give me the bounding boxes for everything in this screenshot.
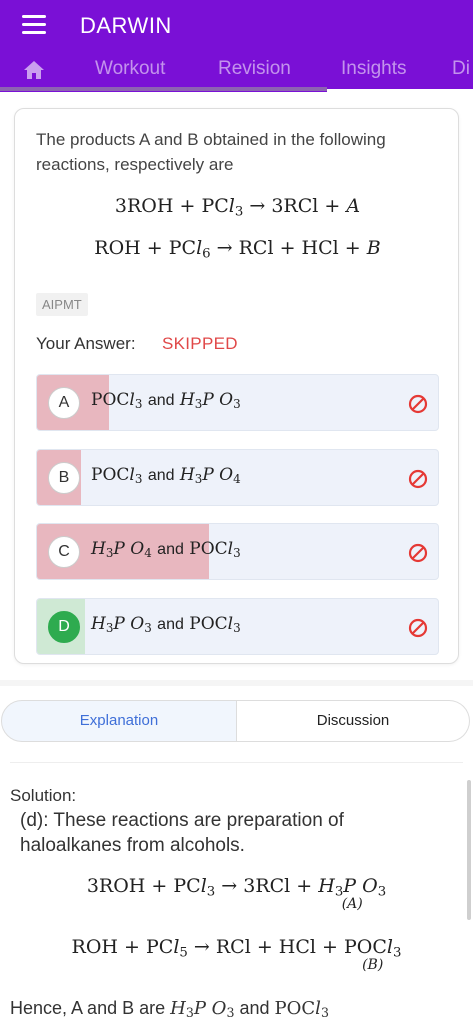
option-a-text: POCl3 and H3P O3 [91,390,241,411]
option-b[interactable]: B POCl3 and H3P O4 [36,449,439,506]
section-divider [0,680,473,686]
app-header: DARWIN Workout Revision Insights Di [0,0,473,92]
exam-tag: AIPMT [36,293,88,316]
tab-discussion[interactable]: Discussion [237,700,470,742]
tab-insights[interactable]: Insights [341,58,406,80]
option-a-and: and [147,392,175,409]
conclusion-text: Hence, A and B are H3P O3 and POCl3 [10,998,329,1021]
option-c-and: and [157,541,184,558]
tab-di[interactable]: Di [452,58,470,80]
option-a[interactable]: A POCl3 and H3P O3 [36,374,439,431]
tab-revision[interactable]: Revision [218,58,291,80]
home-icon[interactable] [24,61,44,79]
your-answer-label: Your Answer: [36,334,136,353]
divider [10,762,463,763]
option-d-letter: D [48,611,80,643]
solution-equation-1: 3ROH + PCl3 → 3RCl + H3P O3 (A) [86,875,387,912]
question-equation-2: ROH + PCl6 → RCl + HCl + B [94,237,381,262]
toolbar: DARWIN [0,0,473,54]
option-b-letter: B [48,462,80,494]
option-b-text: POCl3 and H3P O4 [91,465,241,486]
question-card: The products A and B obtained in the fol… [14,108,459,664]
menu-icon[interactable] [22,15,46,35]
option-c[interactable]: C H3P O4 and POCl3 [36,523,439,580]
scrollbar[interactable] [467,780,471,920]
skipped-icon [408,394,428,414]
option-d[interactable]: D H3P O3 and POCl3 [36,598,439,655]
your-answer-value: SKIPPED [162,334,238,353]
option-d-and: and [157,616,184,633]
option-c-letter: C [48,536,80,568]
solution-label: Solution: [10,786,77,805]
skipped-icon [408,469,428,489]
option-d-text: H3P O3 and POCl3 [91,614,241,635]
active-tab-indicator [327,89,473,92]
skipped-icon [408,543,428,563]
tab-workout[interactable]: Workout [95,58,165,80]
skipped-icon [408,618,428,638]
question-text: The products A and B obtained in the fol… [36,130,386,174]
solution-text: (d): These reactions are preparation of … [20,810,344,856]
tab-explanation[interactable]: Explanation [1,700,237,742]
tab-track [0,87,327,91]
conclusion-prefix: Hence, A and B are [10,998,166,1018]
conclusion-and: and [239,998,270,1018]
question-equation-1: 3ROH + PCl3 → 3RCl + A [114,195,361,220]
app-title: DARWIN [80,13,172,38]
option-c-text: H3P O4 and POCl3 [91,539,241,560]
option-a-letter: A [48,387,80,419]
solution-equation-2: ROH + PCl5 → RCl + HCl + POCl3 (B) [71,936,402,973]
option-b-and: and [147,467,175,484]
